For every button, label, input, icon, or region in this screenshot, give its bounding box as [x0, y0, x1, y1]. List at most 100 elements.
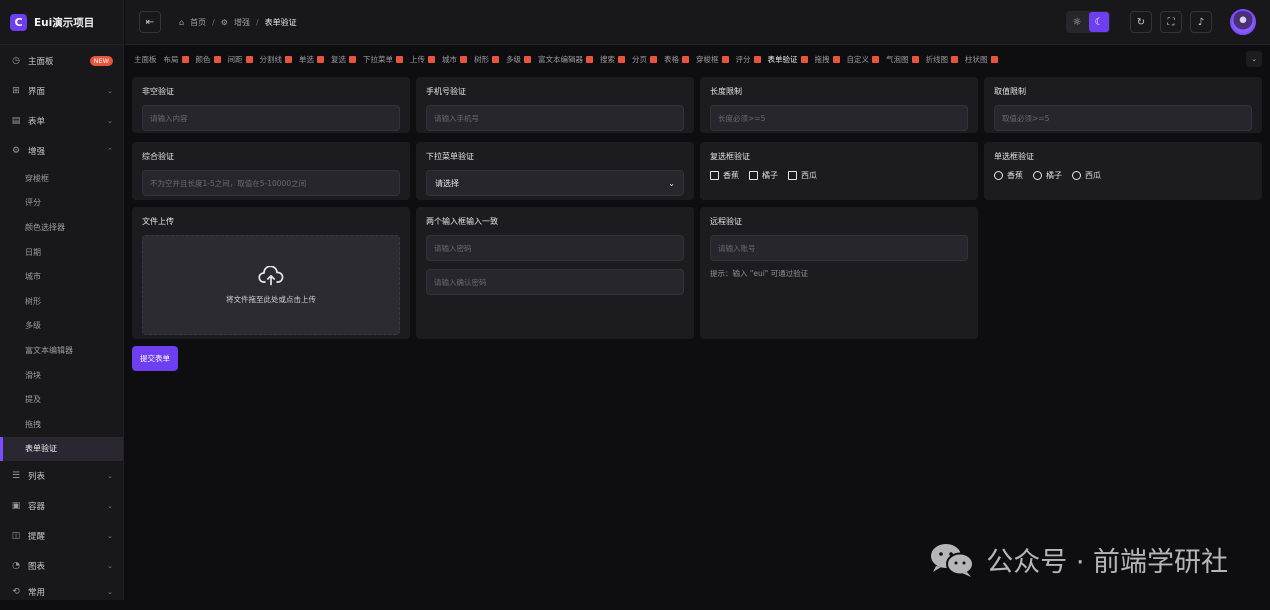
sidebar-subitem-tree[interactable]: 树形: [0, 289, 123, 314]
sidebar-item-layout[interactable]: ⊞ 界面 ⌄: [0, 76, 123, 106]
tab-5[interactable]: 单选: [299, 54, 324, 65]
sidebar-subitem-date[interactable]: 日期: [0, 240, 123, 265]
checkbox-melon[interactable]: 西瓜: [788, 170, 817, 181]
tab-close-icon[interactable]: [618, 55, 625, 63]
sidebar-subitem-cascader[interactable]: 多级: [0, 314, 123, 339]
sidebar-subitem-rich-editor[interactable]: 富文本编辑器: [0, 338, 123, 363]
sidebar-item-list[interactable]: ☰ 列表 ⌄: [0, 461, 123, 491]
sidebar-item-enhance[interactable]: ⚙ 增强 ⌃: [0, 136, 123, 166]
tab-close-icon[interactable]: [349, 55, 356, 63]
tab-close-icon[interactable]: [951, 55, 958, 63]
dark-theme-button[interactable]: ☾: [1089, 12, 1109, 32]
tab-17[interactable]: 评分: [736, 54, 761, 65]
sidebar-subitem-transfer[interactable]: 穿梭框: [0, 166, 123, 191]
tab-19[interactable]: 拖拽: [815, 54, 840, 65]
tab-3[interactable]: 间距: [228, 54, 253, 65]
radio-orange[interactable]: 橘子: [1033, 170, 1062, 181]
theme-toggle[interactable]: ☼ ☾: [1066, 11, 1110, 33]
tab-close-icon[interactable]: [285, 55, 292, 63]
tab-close-icon[interactable]: [872, 55, 879, 63]
tab-15[interactable]: 表格: [664, 54, 689, 65]
length-input[interactable]: 长度必须>=5: [710, 105, 968, 131]
sidebar-subitem-rate[interactable]: 评分: [0, 191, 123, 216]
app-logo[interactable]: C Eui演示项目: [0, 0, 123, 45]
avatar[interactable]: [1230, 9, 1256, 35]
tab-close-icon[interactable]: [911, 55, 919, 63]
tab-23[interactable]: 柱状图: [965, 54, 998, 65]
sidebar-item-label: 界面: [28, 87, 46, 97]
radio-melon[interactable]: 西瓜: [1072, 170, 1101, 181]
tab-close-icon[interactable]: [317, 55, 324, 63]
tab-11[interactable]: 多级: [506, 54, 531, 65]
tab-22[interactable]: 折线图: [926, 54, 958, 65]
tab-12[interactable]: 富文本编辑器: [538, 54, 593, 65]
tab-close-icon[interactable]: [753, 55, 761, 63]
tab-16[interactable]: 穿梭框: [696, 54, 729, 65]
phone-input[interactable]: 请输入手机号: [426, 105, 684, 131]
sidebar-item-common[interactable]: ⟲ 常用 ⌄: [0, 581, 123, 603]
tab-close-icon[interactable]: [245, 55, 253, 63]
sidebar-subitem-slider[interactable]: 滑块: [0, 363, 123, 388]
checkbox-orange[interactable]: 橘子: [749, 170, 778, 181]
tab-close-icon[interactable]: [990, 55, 998, 63]
sidebar-item-dashboard[interactable]: ◷ 主面板 NEW: [0, 46, 123, 76]
submit-button[interactable]: 提交表单: [132, 346, 178, 371]
tab-close-icon[interactable]: [721, 55, 729, 63]
tab-close-icon[interactable]: [181, 55, 189, 63]
tab-close-icon[interactable]: [800, 55, 808, 63]
collapse-sidebar-button[interactable]: ⇤: [139, 11, 161, 33]
chevron-up-icon: ⌃: [107, 147, 113, 155]
tab-2[interactable]: 颜色: [196, 54, 221, 65]
sidebar-subitem-form-validate[interactable]: 表单验证: [0, 436, 123, 462]
tab-9[interactable]: 城市: [442, 54, 467, 65]
confirm-password-input[interactable]: 请输入确认密码: [426, 269, 684, 295]
upload-dropzone[interactable]: 将文件拖至此处或点击上传: [142, 235, 400, 335]
breadcrumb-enhance[interactable]: 增强: [234, 17, 250, 28]
tab-close-icon[interactable]: [682, 55, 689, 63]
tab-close-icon[interactable]: [492, 55, 499, 63]
tab-close-icon[interactable]: [460, 55, 467, 63]
tab-close-icon[interactable]: [832, 55, 840, 63]
tab-13[interactable]: 搜索: [600, 54, 625, 65]
tab-close-icon[interactable]: [396, 55, 403, 63]
refresh-icon: ↻: [1136, 16, 1146, 28]
sidebar-item-container[interactable]: ▣ 容器 ⌄: [0, 491, 123, 521]
tab-close-icon[interactable]: [428, 55, 435, 63]
tab-8[interactable]: 上传: [410, 54, 435, 65]
checkbox-banana[interactable]: 香蕉: [710, 170, 739, 181]
password-input[interactable]: 请输入密码: [426, 235, 684, 261]
sidebar-subitem-city[interactable]: 城市: [0, 264, 123, 289]
tab-close-icon[interactable]: [524, 55, 531, 63]
tab-21[interactable]: 气泡图: [886, 54, 919, 65]
tab-7[interactable]: 下拉菜单: [363, 54, 403, 65]
tab-6[interactable]: 复选: [331, 54, 356, 65]
sidebar-subitem-color-picker[interactable]: 颜色选择器: [0, 215, 123, 240]
tab-4[interactable]: 分割线: [260, 54, 292, 65]
sidebar-subitem-drag[interactable]: 拖拽: [0, 412, 123, 437]
refresh-button[interactable]: ↻: [1130, 11, 1152, 33]
tab-14[interactable]: 分页: [632, 54, 657, 65]
fullscreen-button[interactable]: ⛶: [1160, 11, 1182, 33]
account-input[interactable]: 请输入账号: [710, 235, 968, 261]
notification-button[interactable]: ♪: [1190, 11, 1212, 33]
tab-18[interactable]: 表单验证: [768, 54, 808, 65]
sidebar-item-notice[interactable]: ◫ 提醒 ⌄: [0, 521, 123, 551]
tab-close-icon[interactable]: [586, 55, 593, 63]
tabs-more-button[interactable]: ⌄: [1246, 51, 1262, 67]
range-input[interactable]: 取值必须>=5: [994, 105, 1252, 131]
tab-close-icon[interactable]: [650, 55, 657, 63]
tab-1[interactable]: 布局: [164, 54, 189, 65]
light-theme-button[interactable]: ☼: [1067, 12, 1087, 32]
tab-20[interactable]: 自定义: [847, 54, 879, 65]
sidebar-item-form[interactable]: ▤ 表单 ⌄: [0, 106, 123, 136]
sidebar-item-chart[interactable]: ◔ 图表 ⌄: [0, 551, 123, 581]
tab-10[interactable]: 树形: [474, 54, 499, 65]
combo-input[interactable]: 不为空并且长度1-5之间，取值在5-10000之间: [142, 170, 400, 196]
dropdown-select[interactable]: 请选择 ⌄: [426, 170, 684, 196]
breadcrumb-home[interactable]: 首页: [190, 17, 206, 28]
required-input[interactable]: 请输入内容: [142, 105, 400, 131]
tab-0[interactable]: 主面板: [134, 54, 157, 65]
sidebar-subitem-mention[interactable]: 提及: [0, 387, 123, 412]
tab-close-icon[interactable]: [213, 55, 221, 63]
radio-banana[interactable]: 香蕉: [994, 170, 1023, 181]
